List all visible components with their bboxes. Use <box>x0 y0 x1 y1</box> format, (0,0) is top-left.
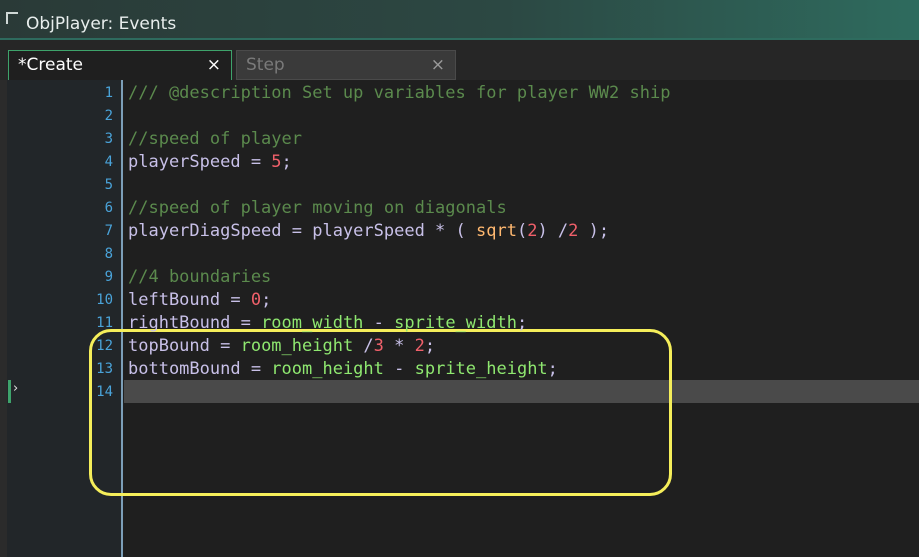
line-number: 7 <box>104 223 113 239</box>
tab-create[interactable]: *Create × <box>8 50 232 80</box>
code-token: sprite_height <box>414 359 548 379</box>
code-line[interactable]: //speed of player <box>128 128 302 151</box>
code-line[interactable]: rightBound = room_width - sprite_width; <box>128 312 527 335</box>
line-number: 1 <box>104 85 113 101</box>
code-token: 5 <box>271 152 282 172</box>
code-line[interactable]: topBound = room_height /3 * 2; <box>128 335 435 358</box>
code-token: room_height <box>240 336 354 356</box>
code-token: sprite_width <box>394 313 517 333</box>
code-token: / <box>353 336 374 356</box>
code-token: //speed of player <box>128 129 302 149</box>
code-token: 2 <box>568 221 579 241</box>
tab-step[interactable]: Step × <box>236 50 456 80</box>
code-line[interactable]: leftBound = 0; <box>128 289 271 312</box>
line-number: 8 <box>104 246 113 262</box>
tab-create-close-icon[interactable]: × <box>207 55 221 75</box>
code-token: //speed of player moving on diagonals <box>128 198 507 218</box>
code-line[interactable]: bottomBound = room_height - sprite_heigh… <box>128 358 558 381</box>
current-line-marker <box>8 380 11 403</box>
line-number: 6 <box>104 200 113 216</box>
code-token: rightBound = <box>128 313 262 333</box>
line-number: 9 <box>104 269 113 285</box>
code-token: ; <box>516 313 528 333</box>
code-token: ( <box>516 221 528 241</box>
code-token: playerSpeed = <box>128 152 272 172</box>
code-token: - <box>363 313 395 333</box>
window-titlebar[interactable]: ObjPlayer: Events <box>0 0 919 40</box>
line-number: 10 <box>96 292 113 308</box>
code-token: ; <box>424 336 436 356</box>
code-token: //4 boundaries <box>128 267 272 287</box>
left-margin-strip <box>0 80 7 557</box>
code-token: * <box>383 336 415 356</box>
code-token: 2 <box>414 336 425 356</box>
code-token: - <box>383 359 415 379</box>
line-number: 4 <box>104 154 113 170</box>
code-line[interactable]: //speed of player moving on diagonals <box>128 197 507 220</box>
tab-step-label: Step <box>246 55 285 75</box>
code-line[interactable]: playerSpeed = 5; <box>128 151 292 174</box>
line-number: 5 <box>104 177 113 193</box>
tab-create-label: *Create <box>18 55 83 75</box>
code-token: ; <box>261 290 272 310</box>
code-token: ; <box>281 152 292 172</box>
tab-step-close-icon[interactable]: × <box>431 55 445 75</box>
code-token: room_width <box>261 313 364 333</box>
line-number: 3 <box>104 131 113 147</box>
code-token: bottomBound = <box>128 359 272 379</box>
line-number: 2 <box>104 108 113 124</box>
window-corner-icon <box>6 12 18 24</box>
code-token: playerDiagSpeed = playerSpeed * ( <box>128 221 476 241</box>
code-token: room_height <box>271 359 384 379</box>
tab-bar: *Create × Step × <box>0 40 919 80</box>
code-token: 0 <box>250 290 262 310</box>
code-token: sqrt <box>476 221 517 241</box>
code-token: leftBound = <box>128 290 251 310</box>
code-token: ) / <box>537 221 569 241</box>
code-editor[interactable]: 1 2 3 4 5 6 7 8 9 10 11 12 13 14 › /// @description S… <box>7 80 919 557</box>
code-token: /// @description Set up variables for pl… <box>128 83 671 103</box>
chevron-right-icon: › <box>13 381 19 396</box>
window-title: ObjPlayer: Events <box>26 14 177 34</box>
code-token: topBound = <box>128 336 241 356</box>
code-line[interactable]: /// @description Set up variables for pl… <box>128 82 670 105</box>
code-token: 2 <box>527 221 538 241</box>
code-line[interactable]: //4 boundaries <box>128 266 271 289</box>
code-token: ); <box>578 221 610 241</box>
code-token: ; <box>547 359 558 379</box>
code-token: 3 <box>373 336 384 356</box>
code-line[interactable]: playerDiagSpeed = playerSpeed * ( sqrt(2… <box>128 220 609 243</box>
